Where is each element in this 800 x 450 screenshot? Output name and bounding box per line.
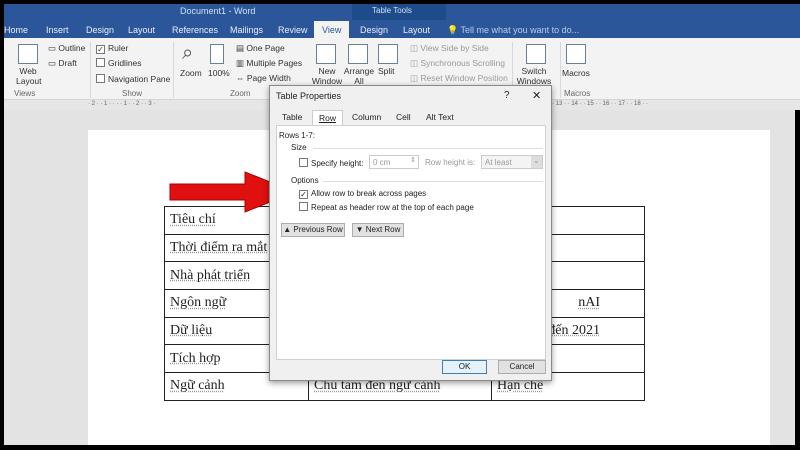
zoom-icon: ⌕ [182,42,194,64]
close-button[interactable]: ✕ [532,89,541,102]
arrange-all-button[interactable]: Arrange All [342,66,376,86]
ribbon-tabs [4,20,800,38]
show-group-label: Show [122,89,143,98]
size-section-label: Size [291,143,307,152]
window-title: Document1 - Word [180,6,256,16]
hundred-percent-icon [210,44,224,64]
previous-row-button[interactable]: ▲ Previous Row [281,223,345,237]
tab-table-layout[interactable]: Layout [403,25,430,35]
row-tab-panel: Rows 1-7: Size Specify height: 0 cm ⇕ Row… [276,125,546,360]
table-properties-dialog: Table Properties ? ✕ Rows 1-7: Size Spec… [269,85,552,381]
views-group-label: Views [14,89,36,98]
gridlines-checkbox[interactable]: Gridlines [96,58,142,68]
tab-home[interactable]: Home [4,25,28,35]
tell-me-text: Tell me what you want to do... [460,25,580,35]
tab-design[interactable]: Design [86,25,114,35]
options-section-label: Options [291,176,319,185]
tab-layout[interactable]: Layout [128,25,155,35]
context-title: Table Tools [372,6,412,15]
allow-break-checkbox[interactable]: ✓ Allow row to break across pages [299,189,426,199]
dialog-title: Table Properties [276,91,342,101]
ruler-left-ticks: · 2 · · 1 · · · · 1 · · 2 · · 3 · [88,101,156,107]
reset-window-position-button[interactable]: ◫ Reset Window Position [410,73,508,84]
hundred-percent-button[interactable]: 100% [208,68,230,78]
row-height-is-label: Row height is: [425,158,476,167]
macros-group-label: Macros [564,89,591,98]
tab-insert[interactable]: Insert [46,25,69,35]
view-side-by-side-button[interactable]: ◫ View Side by Side [410,43,489,54]
ruler-right-ticks: · 13 · · 14 · · 15 · · 16 · · 17 · · 18 … [552,101,649,107]
tell-me-search[interactable]: 💡 Tell me what you want to do... [447,25,579,36]
zoom-group-label: Zoom [230,89,251,98]
height-input[interactable]: 0 cm ⇕ [369,155,419,169]
web-layout-button[interactable]: Web Layout [16,66,42,86]
tab-column[interactable]: Column [352,112,381,122]
switch-windows-icon [526,44,546,64]
arrange-all-icon [348,44,368,64]
tab-references[interactable]: References [172,25,218,35]
tab-row[interactable]: Row [312,110,344,125]
row-height-select[interactable]: At least ⌄ [481,155,543,169]
tab-alt-text[interactable]: Alt Text [426,112,454,122]
switch-windows-button[interactable]: Switch Windows [514,66,554,86]
help-button[interactable]: ? [504,90,510,101]
tab-view[interactable]: View [314,21,350,39]
outline-button[interactable]: ▭ Outline [48,43,85,54]
repeat-header-checkbox[interactable]: Repeat as header row at the top of each … [299,202,474,212]
multiple-pages-button[interactable]: ▥ Multiple Pages [236,58,302,69]
tab-mailings[interactable]: Mailings [230,25,263,35]
split-button[interactable]: Split [378,66,395,76]
tab-cell[interactable]: Cell [396,112,411,122]
macros-button[interactable]: Macros [562,68,590,78]
web-layout-icon [18,44,38,64]
ok-button[interactable]: OK [442,360,487,374]
cancel-button[interactable]: Cancel [498,360,546,374]
one-page-button[interactable]: ▤ One Page [236,43,285,54]
new-window-icon [316,44,336,64]
next-row-button[interactable]: ▼ Next Row [352,223,404,237]
ruler-checkbox[interactable]: ✓ Ruler [96,43,128,54]
tab-table-design[interactable]: Design [360,25,388,35]
zoom-button[interactable]: Zoom [180,68,202,78]
specify-height-checkbox[interactable]: Specify height: [299,158,363,168]
chevron-down-icon: ⌄ [531,156,542,168]
page-width-button[interactable]: ⇔ Page Width [236,73,291,83]
split-icon [378,44,398,64]
draft-button[interactable]: ▭ Draft [48,58,77,69]
macros-icon [566,44,586,64]
synchronous-scrolling-button[interactable]: ◫ Synchronous Scrolling [410,58,505,69]
new-window-button[interactable]: New Window [310,66,344,86]
navigation-pane-checkbox[interactable]: Navigation Pane [96,74,170,84]
tab-review[interactable]: Review [278,25,308,35]
tab-table[interactable]: Table [282,112,302,122]
rows-label: Rows 1-7: [279,131,316,140]
